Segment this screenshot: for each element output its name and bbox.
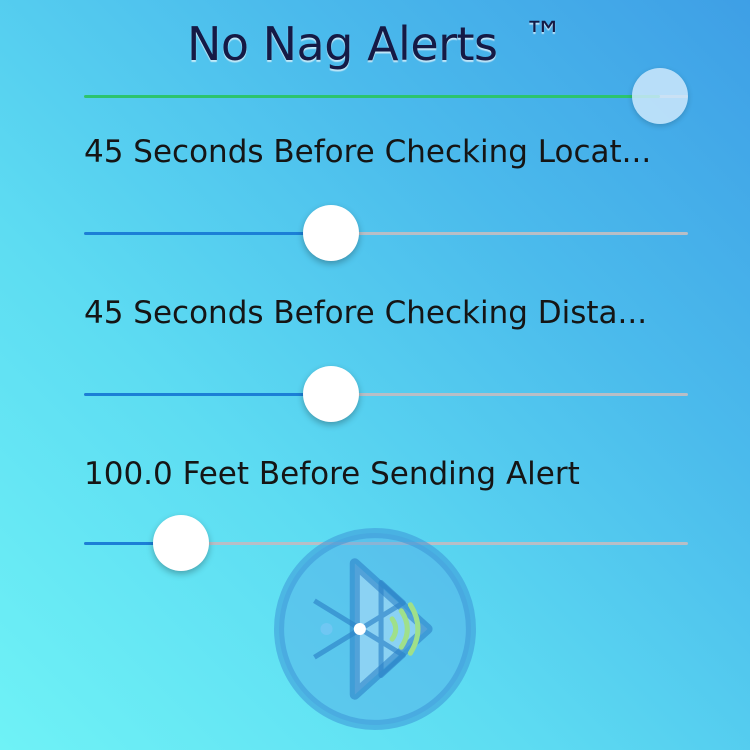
distance-interval-slider[interactable] [84,364,688,424]
distance-interval-slider-fill [84,393,332,396]
distance-interval-slider-thumb[interactable] [303,366,360,422]
distance-interval-label: 45 Seconds Before Checking Dista... [84,295,648,331]
alert-distance-slider-thumb[interactable] [152,515,209,571]
trademark-symbol: ™ [523,14,564,60]
app-title-text: No Nag Alerts [186,17,498,71]
master-slider[interactable] [84,66,688,126]
master-slider-fill [84,95,660,98]
bluetooth-play-icon [274,528,476,730]
master-slider-thumb[interactable] [632,68,688,124]
location-interval-slider-fill [84,232,332,235]
alert-distance-label: 100.0 Feet Before Sending Alert [84,456,580,492]
location-interval-slider[interactable] [84,203,688,263]
app-screen: No Nag Alerts ™ 45 Seconds Before Checkin… [0,0,750,750]
location-interval-slider-thumb[interactable] [303,205,360,261]
app-title: No Nag Alerts ™ [0,14,750,71]
location-interval-label: 45 Seconds Before Checking Locat... [84,134,652,170]
